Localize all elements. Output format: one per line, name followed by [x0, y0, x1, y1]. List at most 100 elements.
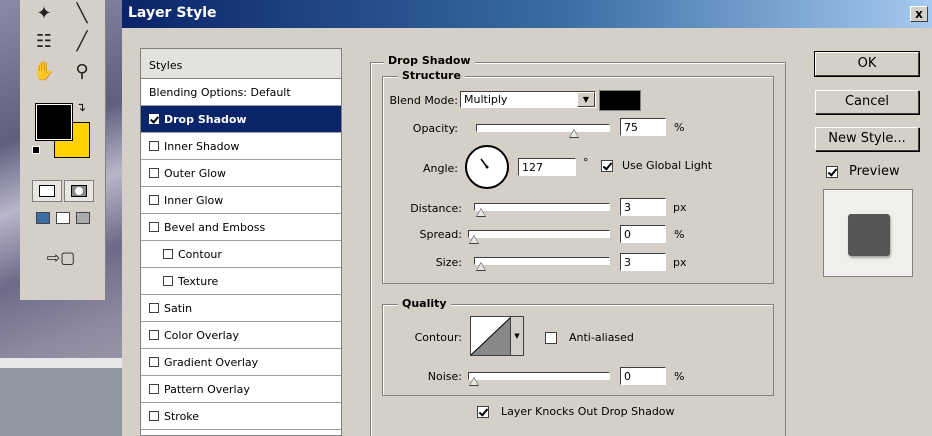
- degree-unit: °: [583, 156, 589, 169]
- dialog-title: Layer Style: [128, 5, 217, 21]
- angle-input[interactable]: 127: [518, 158, 576, 176]
- styles-list-header[interactable]: Styles: [141, 49, 341, 79]
- new-style-button[interactable]: New Style...: [815, 127, 919, 151]
- styles-list: Styles Blending Options: Default Drop Sha…: [140, 48, 342, 436]
- magic-wand-icon[interactable]: ✦: [30, 2, 58, 26]
- style-item-pattern-overlay[interactable]: Pattern Overlay: [141, 376, 341, 403]
- chevron-down-icon[interactable]: ▼: [510, 317, 523, 355]
- style-item-inner-glow[interactable]: Inner Glow: [141, 187, 341, 214]
- close-button[interactable]: x: [910, 6, 928, 22]
- style-item-stroke[interactable]: Stroke: [141, 403, 341, 430]
- style-item-label: Stroke: [164, 409, 200, 423]
- chevron-down-icon: ▼: [577, 92, 595, 107]
- hand-icon[interactable]: ✋: [30, 60, 58, 84]
- layer-knocks-out-box[interactable]: [477, 405, 489, 418]
- opacity-input[interactable]: 75: [620, 118, 666, 136]
- screen-mode-full-icon[interactable]: [76, 212, 90, 224]
- screen-mode-icon[interactable]: [36, 212, 50, 224]
- anti-aliased-box[interactable]: [545, 331, 557, 344]
- opacity-slider[interactable]: [476, 124, 610, 138]
- spread-slider[interactable]: [468, 230, 610, 244]
- noise-input[interactable]: 0: [620, 367, 666, 385]
- size-unit: px: [673, 256, 687, 269]
- style-item-label: Inner Glow: [164, 193, 224, 207]
- angle-label: Angle:: [422, 162, 458, 175]
- style-item-color-overlay[interactable]: Color Overlay: [141, 322, 341, 349]
- style-item-checkbox[interactable]: [149, 303, 159, 313]
- style-item-label: Color Overlay: [164, 328, 239, 342]
- contour-picker[interactable]: ▼: [470, 316, 524, 356]
- style-item-checkbox[interactable]: [149, 384, 159, 394]
- style-item-inner-shadow[interactable]: Inner Shadow: [141, 133, 341, 160]
- eyedropper-icon[interactable]: ╱: [68, 30, 96, 54]
- style-item-satin[interactable]: Satin: [141, 295, 341, 322]
- jump-to-imageready-icon[interactable]: ⇨▢: [36, 246, 86, 270]
- style-item-checkbox[interactable]: [149, 357, 159, 367]
- screen-mode-full-menu-icon[interactable]: [56, 212, 70, 224]
- distance-slider[interactable]: [474, 203, 610, 217]
- style-item-checkbox[interactable]: [163, 276, 173, 286]
- line-tool-icon[interactable]: ╲: [68, 2, 96, 26]
- style-item-outer-glow[interactable]: Outer Glow: [141, 160, 341, 187]
- contour-preview-icon: [471, 317, 511, 355]
- size-slider[interactable]: [474, 257, 610, 271]
- style-item-checkbox[interactable]: [149, 114, 159, 124]
- size-input[interactable]: 3: [620, 253, 666, 271]
- noise-slider-thumb[interactable]: [469, 377, 479, 387]
- distance-input[interactable]: 3: [620, 198, 666, 216]
- spread-slider-thumb[interactable]: [469, 235, 479, 245]
- style-item-checkbox[interactable]: [149, 195, 159, 205]
- anti-aliased-label: Anti-aliased: [569, 331, 634, 344]
- style-item-checkbox[interactable]: [163, 249, 173, 259]
- swap-colors-icon[interactable]: ↴: [76, 100, 86, 114]
- foreground-color-swatch[interactable]: [35, 103, 73, 141]
- notes-icon[interactable]: ☷: [30, 30, 58, 54]
- preview-label: Preview: [849, 164, 900, 179]
- style-item-label: Bevel and Emboss: [164, 220, 266, 234]
- blend-mode-label: Blend Mode:: [389, 94, 459, 107]
- size-label: Size:: [435, 256, 462, 269]
- style-item-checkbox[interactable]: [149, 222, 159, 232]
- ok-button[interactable]: OK: [814, 51, 920, 77]
- style-item-drop-shadow[interactable]: Drop Shadow: [141, 106, 341, 133]
- style-item-label: Drop Shadow: [164, 112, 247, 126]
- toolbox-bottom-area: [0, 368, 122, 436]
- cancel-button[interactable]: Cancel: [815, 90, 919, 114]
- preview-box[interactable]: [826, 165, 838, 178]
- distance-label: Distance:: [410, 202, 462, 215]
- style-item-checkbox[interactable]: [149, 141, 159, 151]
- style-item-blending-options-default[interactable]: Blending Options: Default: [141, 79, 341, 106]
- zoom-icon[interactable]: ⚲: [68, 60, 96, 84]
- style-item-label: Gradient Overlay: [164, 355, 259, 369]
- standard-mode-icon[interactable]: [32, 180, 62, 202]
- distance-unit: px: [673, 201, 687, 214]
- opacity-unit: %: [674, 121, 685, 134]
- quality-title: Quality: [398, 297, 451, 310]
- style-item-checkbox[interactable]: [149, 168, 159, 178]
- use-global-light-checkbox[interactable]: Use Global Light: [601, 159, 712, 172]
- spread-input[interactable]: 0: [620, 225, 666, 243]
- size-slider-thumb[interactable]: [476, 262, 487, 272]
- style-item-label: Blending Options: Default: [149, 85, 291, 99]
- style-item-texture[interactable]: Texture: [141, 268, 341, 295]
- anti-aliased-checkbox[interactable]: Anti-aliased: [545, 331, 634, 344]
- opacity-slider-thumb[interactable]: [568, 129, 579, 139]
- style-item-bevel-and-emboss[interactable]: Bevel and Emboss: [141, 214, 341, 241]
- style-item-checkbox[interactable]: [149, 330, 159, 340]
- shadow-color-swatch[interactable]: [599, 90, 641, 111]
- preview-checkbox[interactable]: Preview: [826, 164, 900, 179]
- angle-dial[interactable]: [463, 143, 511, 191]
- style-item-label: Inner Shadow: [164, 139, 240, 153]
- style-item-checkbox[interactable]: [149, 411, 159, 421]
- distance-slider-thumb[interactable]: [476, 208, 487, 218]
- blend-mode-select[interactable]: Multiply ▼: [460, 91, 596, 108]
- quick-mask-icon[interactable]: [64, 180, 94, 202]
- noise-slider[interactable]: [468, 372, 610, 386]
- default-colors-icon[interactable]: [32, 146, 40, 154]
- style-item-contour[interactable]: Contour: [141, 241, 341, 268]
- layer-knocks-out-label: Layer Knocks Out Drop Shadow: [501, 405, 675, 418]
- layer-knocks-out-checkbox[interactable]: Layer Knocks Out Drop Shadow: [477, 405, 675, 418]
- use-global-light-box[interactable]: [601, 159, 613, 172]
- title-bar: Layer Style x: [122, 0, 932, 28]
- style-item-gradient-overlay[interactable]: Gradient Overlay: [141, 349, 341, 376]
